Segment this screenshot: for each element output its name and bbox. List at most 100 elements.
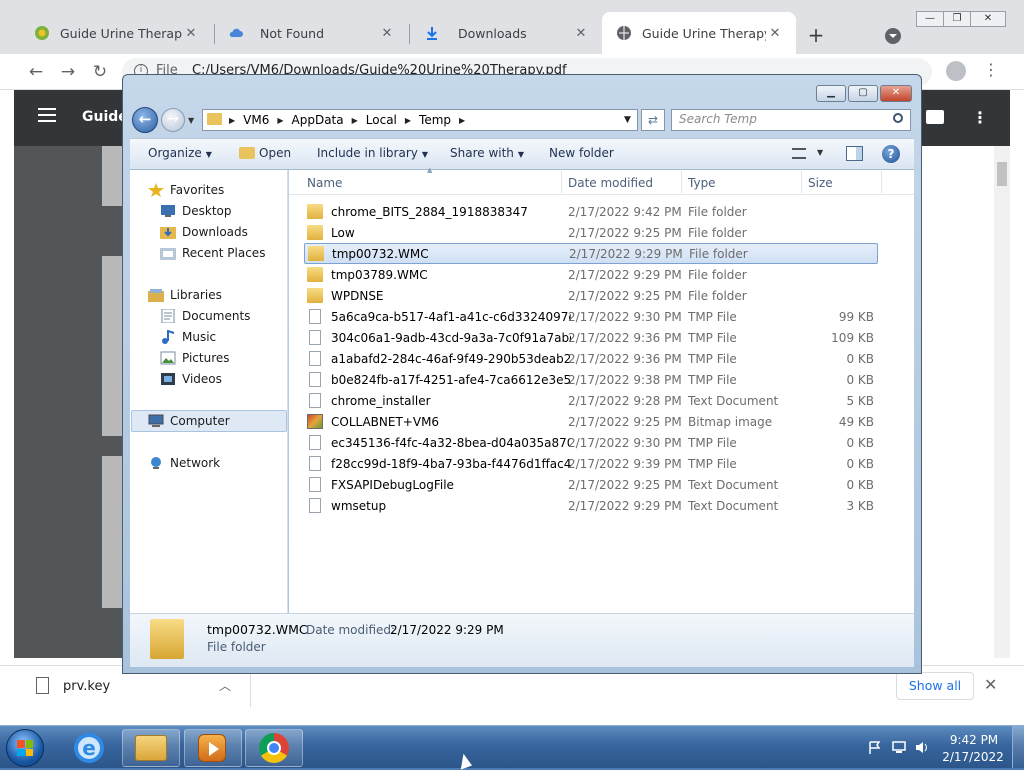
file-type: TMP File — [688, 372, 737, 387]
chevron-right-icon[interactable]: ▶ — [352, 116, 358, 125]
change-view-icon[interactable] — [792, 148, 806, 159]
nav-videos[interactable]: Videos — [160, 368, 222, 389]
column-type[interactable]: Type — [688, 176, 716, 190]
nav-network[interactable]: Network — [148, 452, 220, 473]
file-row[interactable]: chrome_BITS_2884_1918838347 2/17/2022 9:4… — [304, 201, 878, 222]
show-all-button[interactable]: Show all — [896, 672, 974, 700]
chevron-down-icon[interactable]: ▼ — [817, 148, 823, 157]
nav-desktop[interactable]: Desktop — [160, 200, 232, 221]
breadcrumb-temp[interactable]: Temp — [419, 113, 451, 127]
address-history-dropdown-icon[interactable]: ▼ — [624, 115, 631, 125]
nav-recent-places[interactable]: Recent Places — [160, 242, 265, 263]
column-divider[interactable] — [801, 171, 802, 193]
chevron-right-icon[interactable]: ▶ — [229, 116, 235, 125]
nav-pictures[interactable]: Pictures — [160, 347, 230, 368]
nav-music[interactable]: Music — [160, 326, 216, 347]
reload-icon[interactable]: ↻ — [90, 62, 110, 82]
close-shelf-icon[interactable]: ✕ — [984, 675, 997, 694]
organize-button[interactable]: Organize ▼ — [148, 146, 212, 160]
column-divider[interactable] — [561, 171, 562, 193]
pdf-more-icon[interactable]: ⋮ — [972, 108, 988, 127]
file-row[interactable]: COLLABNET+VM6 2/17/2022 9:25 PM Bitmap ima… — [304, 411, 878, 432]
new-folder-button[interactable]: New folder — [549, 146, 614, 160]
refresh-button[interactable]: ⇄ — [641, 109, 665, 131]
share-with-button[interactable]: Share with ▼ — [450, 146, 524, 160]
tab-close-icon[interactable]: ✕ — [182, 26, 200, 41]
forward-button[interactable]: → — [161, 108, 185, 132]
profile-avatar-icon[interactable] — [946, 61, 966, 81]
breadcrumb-local[interactable]: Local — [366, 113, 397, 127]
column-divider[interactable] — [681, 171, 682, 193]
action-center-flag-icon[interactable] — [868, 741, 882, 754]
volume-icon[interactable] — [915, 741, 929, 754]
explorer-close-button[interactable]: ✕ — [880, 85, 912, 102]
include-in-library-button[interactable]: Include in library ▼ — [317, 146, 428, 160]
help-icon[interactable]: ? — [882, 145, 900, 163]
chevron-right-icon[interactable]: ▶ — [459, 116, 465, 125]
pdf-scrollbar[interactable] — [994, 146, 1010, 658]
breadcrumb-vm6[interactable]: VM6 — [243, 113, 269, 127]
file-row[interactable]: Low 2/17/2022 9:25 PM File folder — [304, 222, 878, 243]
tab-guide-pdf-1[interactable]: Guide Urine Therapy.pdf ✕ — [20, 12, 212, 54]
show-desktop-button[interactable] — [1012, 726, 1024, 768]
forward-arrow-icon[interactable]: → — [58, 62, 78, 82]
internet-explorer-icon[interactable]: e — [74, 733, 104, 763]
nav-documents[interactable]: Documents — [160, 305, 250, 326]
explorer-address-bar[interactable]: ▶ VM6 ▶ AppData ▶ Local ▶ Temp ▶ — [202, 109, 638, 131]
file-row[interactable]: WPDNSE 2/17/2022 9:25 PM File folder — [304, 285, 878, 306]
nav-favorites[interactable]: Favorites — [148, 179, 224, 200]
file-row[interactable]: ec345136-f4fc-4a32-8bea-d04a035a8701.t..… — [304, 432, 878, 453]
close-window-button[interactable]: ✕ — [970, 11, 1006, 27]
clock-date[interactable]: 2/17/2022 — [940, 750, 1006, 764]
file-name: tmp00732.WMC — [332, 246, 429, 261]
file-row[interactable]: b0e824fb-a17f-4251-afe4-7ca6612e3e5b.t..… — [304, 369, 878, 390]
back-arrow-icon[interactable]: ← — [26, 62, 46, 82]
kebab-menu-icon[interactable]: ⋮ — [983, 60, 999, 79]
back-button[interactable]: ← — [132, 107, 158, 133]
pdf-scrollbar-thumb[interactable] — [997, 162, 1007, 186]
file-row[interactable]: wmsetup 2/17/2022 9:29 PM Text Document 3 K… — [304, 495, 878, 516]
file-row[interactable]: 5a6ca9ca-b517-4af1-a41c-c6d3324097ee....… — [304, 306, 878, 327]
tab-close-icon[interactable]: ✕ — [766, 26, 784, 41]
file-row[interactable]: 304c06a1-9adb-43cd-9a3a-7c0f91a7abda... 2… — [304, 327, 878, 348]
search-icon[interactable] — [893, 113, 903, 123]
network-tray-icon[interactable] — [892, 741, 906, 754]
open-button[interactable]: Open — [259, 146, 291, 160]
clock-time[interactable]: 9:42 PM — [946, 733, 1002, 747]
hamburger-menu-icon[interactable] — [38, 108, 56, 122]
file-row[interactable]: f28cc99d-18f9-4ba7-93ba-f4476d1ffac4.t..… — [304, 453, 878, 474]
tab-guide-pdf-active[interactable]: Guide Urine Therapy.pdf ✕ — [602, 12, 796, 54]
column-divider[interactable] — [881, 171, 882, 193]
explorer-minimize-button[interactable]: ▁ — [816, 85, 846, 102]
file-row[interactable]: chrome_installer 2/17/2022 9:28 PM Text Do… — [304, 390, 878, 411]
file-row[interactable]: tmp03789.WMC 2/17/2022 9:29 PM File folder — [304, 264, 878, 285]
print-icon[interactable] — [926, 110, 944, 124]
column-name[interactable]: Name — [307, 176, 342, 190]
tab-close-icon[interactable]: ✕ — [572, 26, 590, 41]
file-row[interactable]: tmp00732.WMC 2/17/2022 9:29 PM File folder — [304, 243, 878, 264]
download-item-name[interactable]: prv.key — [63, 679, 110, 694]
column-size[interactable]: Size — [808, 176, 833, 190]
tab-not-found[interactable]: Not Found ✕ — [214, 12, 408, 54]
new-tab-button[interactable]: + — [805, 24, 827, 46]
breadcrumb-appdata[interactable]: AppData — [292, 113, 344, 127]
minimize-button[interactable]: — — [916, 11, 944, 27]
chevron-right-icon[interactable]: ▶ — [277, 116, 283, 125]
file-type: File folder — [689, 246, 748, 261]
column-date-modified[interactable]: Date modified — [568, 176, 653, 190]
nav-downloads[interactable]: Downloads — [160, 221, 248, 242]
chevron-right-icon[interactable]: ▶ — [405, 116, 411, 125]
nav-computer[interactable]: Computer — [148, 410, 230, 431]
file-row[interactable]: FXSAPIDebugLogFile 2/17/2022 9:25 PM Text … — [304, 474, 878, 495]
recent-pages-dropdown-icon[interactable]: ▼ — [188, 116, 194, 125]
tab-search-icon[interactable] — [885, 28, 901, 44]
file-date: 2/17/2022 9:28 PM — [568, 393, 682, 408]
chevron-up-icon[interactable]: ︿ — [219, 677, 231, 694]
file-row[interactable]: a1abafd2-284c-46af-9f49-290b53deab29....… — [304, 348, 878, 369]
explorer-maximize-button[interactable]: ▢ — [848, 85, 878, 102]
preview-pane-icon[interactable] — [846, 146, 863, 161]
nav-libraries[interactable]: Libraries — [148, 284, 222, 305]
tab-close-icon[interactable]: ✕ — [378, 26, 396, 41]
restore-button[interactable]: ❐ — [943, 11, 971, 27]
tab-downloads[interactable]: Downloads ✕ — [410, 12, 602, 54]
